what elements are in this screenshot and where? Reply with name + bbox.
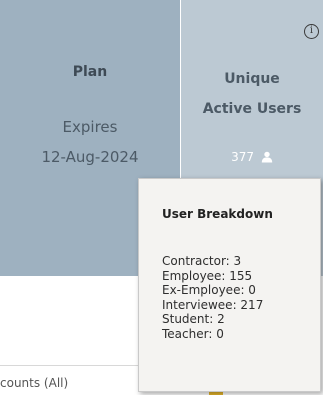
plan-title: Plan (72, 64, 108, 80)
dashboard-tiles: Plan Expires 12-Aug-2024 Unique Active U… (0, 0, 323, 395)
accounts-all-label[interactable]: counts (All) (0, 376, 68, 390)
users-title-line2: Active Users (202, 101, 302, 117)
tooltip-title: User Breakdown (162, 207, 273, 221)
section-divider (0, 365, 140, 366)
users-card-title: Unique Active Users (181, 64, 323, 124)
plan-expiry-date: 12-Aug-2024 (41, 148, 139, 166)
breakdown-item-ex-employee: Ex-Employee: 0 (162, 283, 256, 298)
breakdown-item-employee: Employee: 155 (162, 268, 253, 283)
info-icon[interactable]: i (304, 24, 319, 39)
users-title-line1: Unique (224, 71, 280, 87)
breakdown-item-interviewee: Interviewee: 217 (162, 297, 264, 312)
users-count-link[interactable]: 377 (181, 150, 323, 166)
breakdown-item-contractor: Contractor: 3 (162, 254, 242, 268)
user-breakdown-tooltip: User Breakdown Contractor: 3 Employee: 1… (138, 178, 321, 392)
plan-expires-label: Expires (62, 118, 118, 136)
users-count-value: 377 (231, 150, 255, 164)
breakdown-item-student: Student: 2 (162, 312, 225, 327)
person-icon (261, 151, 273, 166)
breakdown-item-teacher: Teacher: 0 (162, 326, 224, 341)
breakdown-list: Contractor: 3 Employee: 155 Ex-Employee:… (162, 254, 263, 342)
